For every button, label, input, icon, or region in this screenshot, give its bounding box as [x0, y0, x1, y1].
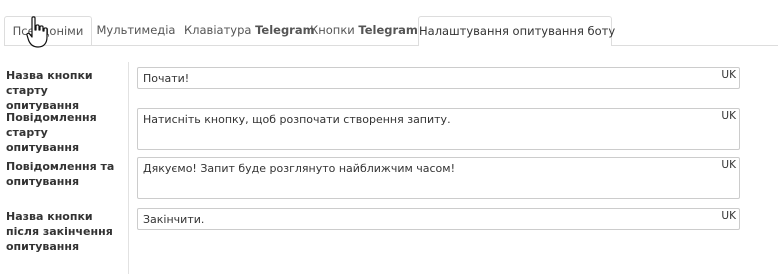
start-button-name-lang: UK: [718, 69, 736, 81]
tab-telegram-buttons-prefix: Кнопки: [310, 23, 359, 37]
finish-button-name-lang: UK: [718, 210, 736, 222]
survey-message-lang: UK: [718, 159, 736, 171]
start-message-lang: UK: [718, 110, 736, 122]
start-message-value: Натисніть кнопку, щоб розпочати створенн…: [143, 113, 451, 126]
hand-pointer-icon: [26, 16, 48, 48]
start-button-name-value: Почати!: [143, 72, 190, 85]
tab-telegram-keyboard-prefix: Клавіатура: [184, 23, 256, 37]
finish-button-name-label: Назва кнопки після закінчення опитування: [6, 210, 113, 253]
tab-multimedia[interactable]: Мультимедіа: [92, 16, 180, 44]
tab-bar: Псевдоніми Мультимедіа Клавіатура Telegr…: [4, 16, 778, 46]
tab-bot-survey-settings-label: Налаштування опитування боту: [419, 24, 616, 38]
tab-telegram-buttons-bold: Telegram: [358, 23, 418, 37]
start-message-textarea[interactable]: Натисніть кнопку, щоб розпочати створенн…: [137, 108, 740, 150]
finish-button-name-value: Закінчити.: [143, 213, 205, 226]
tab-telegram-keyboard[interactable]: Клавіатура Telegram: [184, 16, 315, 44]
survey-message-textarea[interactable]: Дякуємо! Запит буде розглянуто найближчи…: [137, 157, 740, 199]
start-button-name-label: Назва кнопки старту опитування: [6, 69, 93, 112]
tab-telegram-keyboard-bold: Telegram: [255, 23, 315, 37]
tab-bot-survey-settings[interactable]: Налаштування опитування боту: [418, 16, 616, 46]
tab-telegram-buttons[interactable]: Кнопки Telegram: [310, 16, 418, 44]
survey-message-label: Повідомлення та опитування: [6, 160, 115, 188]
tab-multimedia-label: Мультимедіа: [96, 23, 176, 37]
survey-message-value: Дякуємо! Запит буде розглянуто найближчи…: [143, 162, 455, 175]
finish-button-name-input[interactable]: Закінчити. UK: [137, 208, 740, 230]
start-button-name-input[interactable]: Почати! UK: [137, 67, 740, 89]
start-message-label: Повідомлення старту опитування: [6, 111, 97, 154]
